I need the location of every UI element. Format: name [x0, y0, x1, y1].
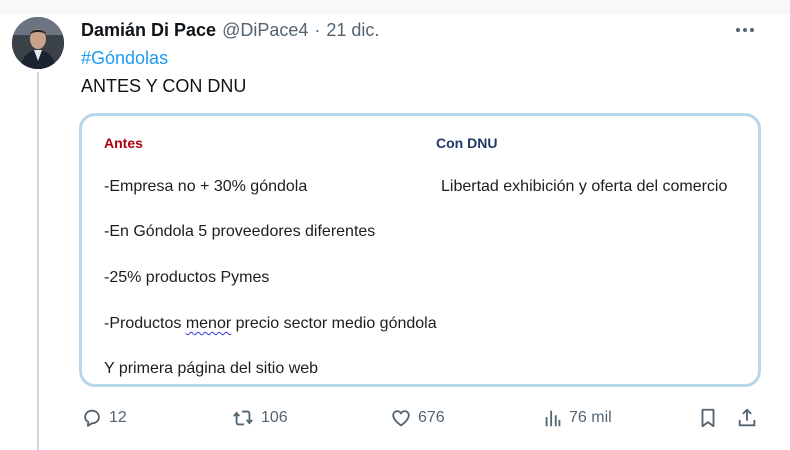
reply-count: 12: [109, 409, 127, 426]
views-button[interactable]: 76 mil: [543, 404, 612, 432]
share-button[interactable]: [736, 404, 758, 432]
reply-button[interactable]: 12: [81, 404, 127, 432]
tweet-text: ANTES Y CON DNU: [81, 76, 247, 96]
author-handle[interactable]: @DiPace4: [222, 20, 308, 41]
con-dnu-heading: Con DNU: [436, 135, 498, 151]
antes-line-1: -Empresa no + 30% góndola: [104, 178, 308, 195]
con-dnu-line-1: Libertad exhibición y oferta del comerci…: [441, 178, 728, 195]
heart-icon: [392, 410, 410, 427]
top-divider: [0, 0, 790, 14]
views-icon: [545, 410, 561, 427]
avatar[interactable]: [12, 17, 64, 69]
author-name[interactable]: Damián Di Pace: [81, 20, 216, 41]
retweet-icon: [233, 410, 253, 426]
hashtag-link[interactable]: #Góndolas: [81, 48, 168, 69]
bookmark-icon: [701, 408, 715, 428]
tweet-image[interactable]: Antes Con DNU -Empresa no + 30% góndola …: [79, 113, 761, 387]
bookmark-button[interactable]: [698, 404, 718, 432]
action-bar: 12 106 676 76 mil: [81, 404, 761, 432]
like-button[interactable]: 676: [390, 404, 445, 432]
views-count: 76 mil: [569, 409, 612, 426]
antes-line-5: Y primera página del sitio web: [104, 360, 319, 377]
tweet-date[interactable]: 21 dic.: [326, 20, 379, 41]
share-icon: [738, 408, 756, 427]
separator-dot: ·: [314, 19, 321, 40]
thread-line: [37, 72, 39, 450]
tweet-header: Damián Di Pace @DiPace4 · 21 dic.: [81, 18, 379, 42]
antes-line-4: -Productos menor precio sector medio gón…: [104, 315, 437, 333]
antes-line-4-start: -Productos: [104, 315, 186, 332]
antes-line-2: -En Góndola 5 proveedores diferentes: [104, 223, 376, 240]
like-count: 676: [418, 409, 445, 426]
retweet-count: 106: [261, 409, 288, 426]
spellcheck-underlined-word: menor: [185, 315, 232, 332]
antes-line-4-end: precio sector medio góndola: [231, 315, 437, 332]
more-icon[interactable]: [736, 22, 760, 38]
tweet[interactable]: Damián Di Pace @DiPace4 · 21 dic. #Góndo…: [0, 0, 790, 450]
antes-heading: Antes: [104, 135, 143, 151]
antes-line-3: -25% productos Pymes: [104, 269, 270, 286]
reply-icon: [84, 409, 100, 427]
retweet-button[interactable]: 106: [231, 404, 288, 432]
